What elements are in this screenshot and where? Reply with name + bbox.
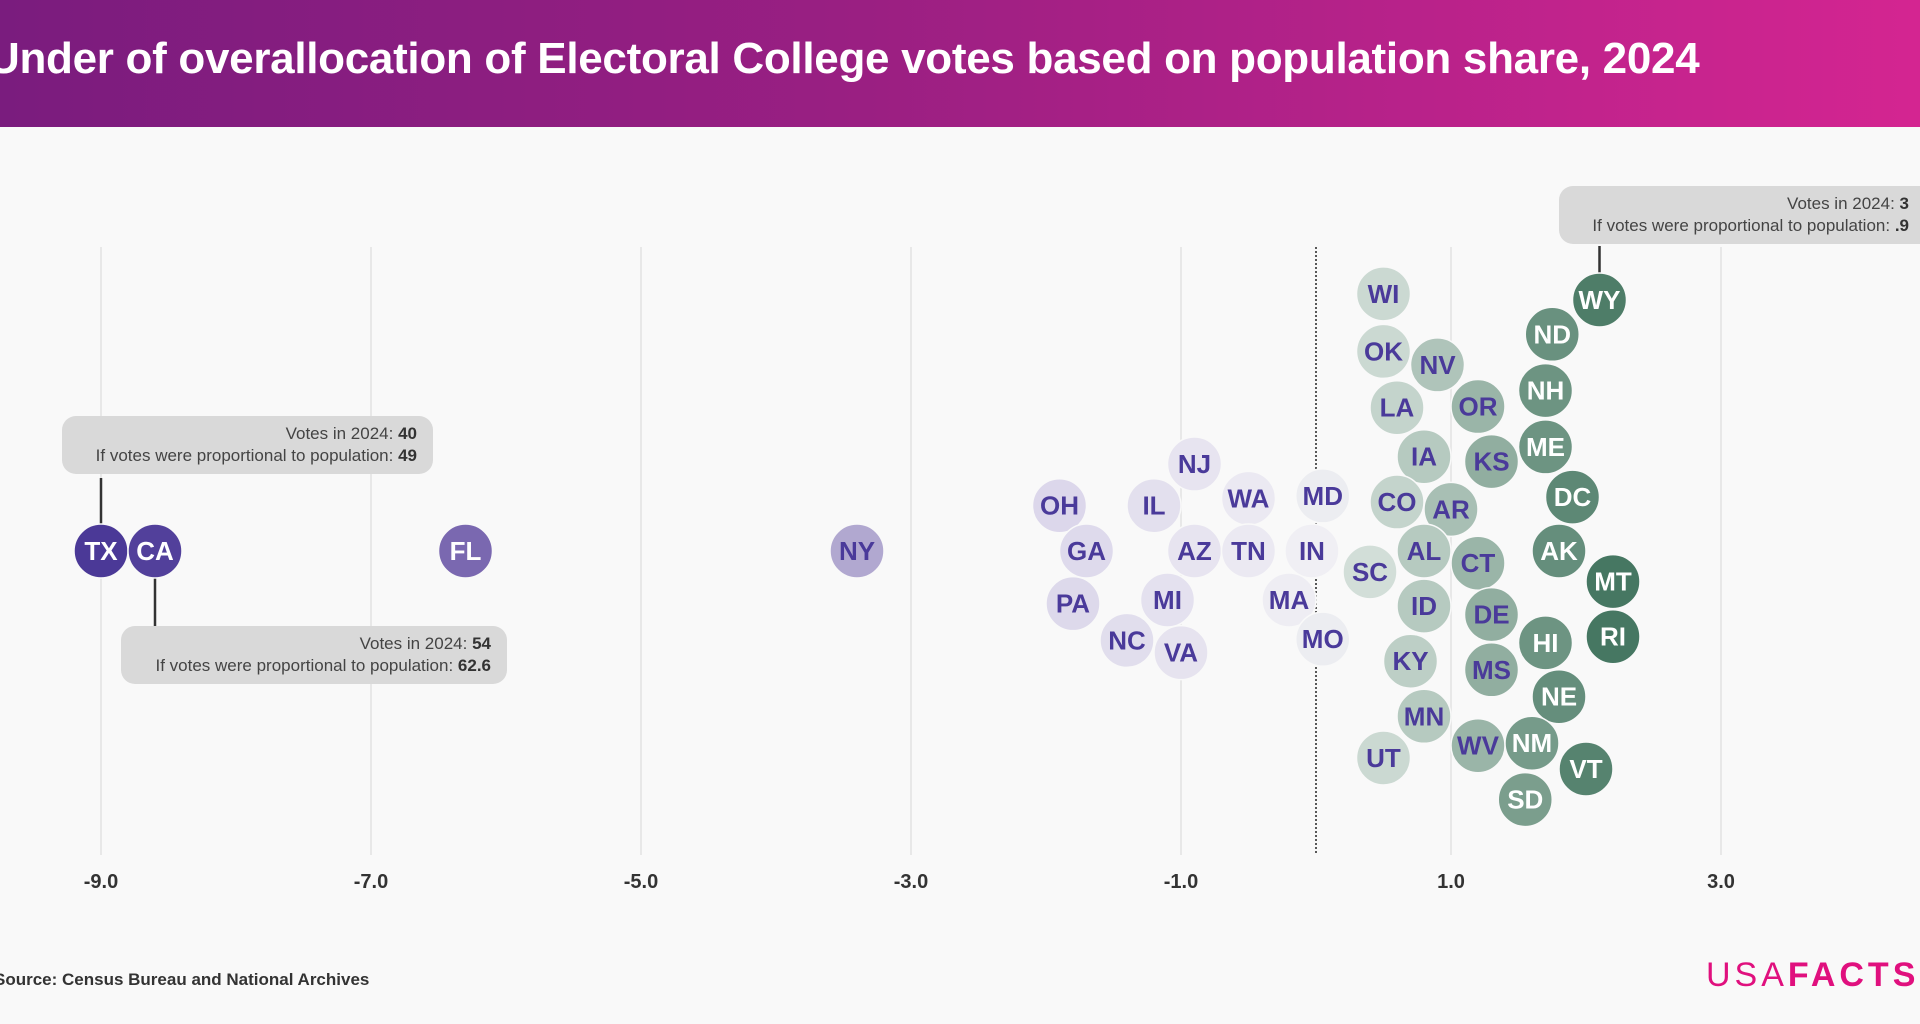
state-label: VA bbox=[1164, 638, 1198, 668]
prop-value: .9 bbox=[1894, 216, 1909, 235]
annotation-tx: Votes in 2024: 40 If votes were proporti… bbox=[62, 416, 433, 474]
state-label: KY bbox=[1392, 646, 1428, 676]
state-label: MT bbox=[1594, 567, 1632, 597]
state-label: NC bbox=[1108, 625, 1146, 655]
state-label: MA bbox=[1269, 585, 1310, 615]
state-label: AZ bbox=[1177, 536, 1212, 566]
x-tick-label: 1.0 bbox=[1437, 871, 1465, 893]
state-label: NM bbox=[1512, 728, 1552, 758]
state-label: IL bbox=[1142, 491, 1165, 521]
state-label: AR bbox=[1432, 494, 1470, 524]
x-tick-label: -7.0 bbox=[354, 871, 388, 893]
state-label: MN bbox=[1404, 701, 1444, 731]
votes-label: Votes in 2024: bbox=[1787, 194, 1900, 213]
votes-label: Votes in 2024: bbox=[285, 424, 399, 443]
state-label: KS bbox=[1473, 447, 1509, 477]
state-label: VT bbox=[1569, 754, 1602, 784]
state-label: DE bbox=[1473, 600, 1509, 630]
state-label: MI bbox=[1153, 585, 1182, 615]
prop-label: If votes were proportional to population… bbox=[1592, 216, 1895, 235]
votes-value: 40 bbox=[398, 424, 417, 443]
prop-value: 49 bbox=[398, 446, 417, 465]
state-label: GA bbox=[1067, 536, 1106, 566]
state-label: ME bbox=[1526, 432, 1565, 462]
state-label: ND bbox=[1533, 319, 1571, 349]
state-label: TX bbox=[84, 536, 118, 566]
state-label: NJ bbox=[1178, 449, 1211, 479]
state-label: PA bbox=[1056, 589, 1090, 619]
state-label: MD bbox=[1303, 481, 1343, 511]
state-label: SD bbox=[1507, 785, 1543, 815]
state-label: OR bbox=[1459, 392, 1498, 422]
state-label: WI bbox=[1368, 279, 1400, 309]
state-label: IN bbox=[1299, 536, 1325, 566]
state-label: DC bbox=[1554, 482, 1592, 512]
votes-label: Votes in 2024: bbox=[359, 634, 473, 653]
x-tick-label: 3.0 bbox=[1707, 871, 1735, 893]
prop-label: If votes were proportional to population… bbox=[95, 446, 399, 465]
beeswarm-chart: -9.0 -7.0 -5.0 -3.0 -1.0 1.0 3.0 TX CA FL NY OH NJ IL… bbox=[73, 246, 1735, 893]
annotation-wy: Votes in 2024: 3 If votes were proportio… bbox=[1559, 186, 1920, 244]
prop-value: 62.6 bbox=[457, 656, 491, 675]
state-label: NE bbox=[1541, 682, 1577, 712]
usafacts-logo: USAFACTS bbox=[1706, 956, 1920, 994]
state-label: LA bbox=[1380, 393, 1415, 423]
state-label: ID bbox=[1411, 591, 1437, 621]
state-label: CA bbox=[136, 536, 174, 566]
state-label: OH bbox=[1040, 491, 1079, 521]
annotation-ca: Votes in 2024: 54 If votes were proporti… bbox=[121, 626, 507, 684]
state-label: IA bbox=[1411, 442, 1437, 472]
votes-value: 3 bbox=[1899, 194, 1909, 213]
state-label: TN bbox=[1231, 536, 1266, 566]
state-label: AL bbox=[1407, 536, 1442, 566]
state-label: MS bbox=[1472, 655, 1511, 685]
state-label: NH bbox=[1527, 376, 1565, 406]
state-label: RI bbox=[1600, 622, 1626, 652]
state-label: OK bbox=[1364, 336, 1403, 366]
votes-value: 54 bbox=[472, 634, 491, 653]
state-label: MO bbox=[1302, 624, 1344, 654]
state-label: AK bbox=[1540, 536, 1578, 566]
x-tick-label: -1.0 bbox=[1164, 871, 1198, 893]
state-label: NY bbox=[839, 536, 875, 566]
state-label: WV bbox=[1457, 731, 1500, 761]
prop-label: If votes were proportional to population… bbox=[155, 656, 458, 675]
x-tick-label: -9.0 bbox=[84, 871, 118, 893]
state-label: NV bbox=[1419, 350, 1456, 380]
state-label: WA bbox=[1228, 483, 1270, 513]
state-label: CO bbox=[1378, 487, 1417, 517]
state-label: WY bbox=[1579, 285, 1621, 315]
source-note: Source: Census Bureau and National Archi… bbox=[0, 970, 370, 989]
state-label: FL bbox=[450, 536, 482, 566]
x-tick-label: -5.0 bbox=[624, 871, 658, 893]
state-label: HI bbox=[1533, 628, 1559, 658]
state-label: UT bbox=[1366, 743, 1401, 773]
state-label: CT bbox=[1461, 548, 1496, 578]
x-tick-label: -3.0 bbox=[894, 871, 928, 893]
state-label: SC bbox=[1352, 557, 1388, 587]
